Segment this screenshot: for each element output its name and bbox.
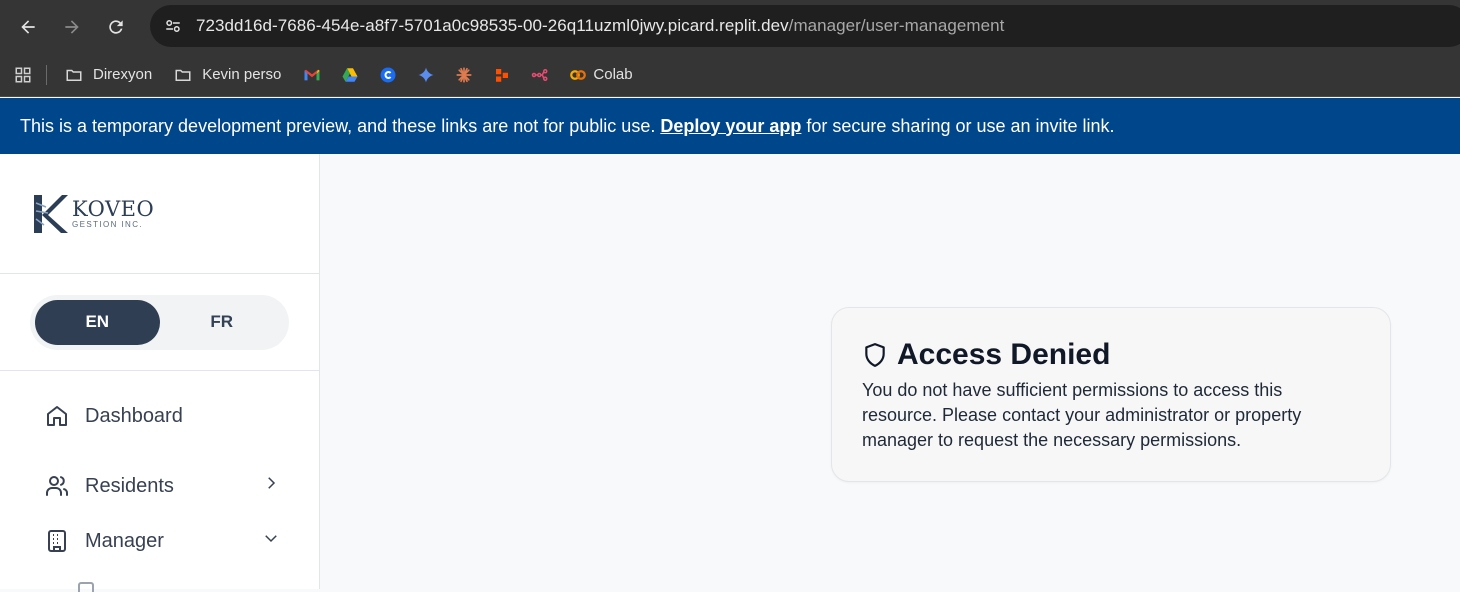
- nav-item-dashboard[interactable]: Dashboard: [40, 394, 280, 438]
- bookmark-drive[interactable]: [333, 59, 367, 91]
- language-toggle: EN FR: [30, 294, 289, 350]
- bookmark-label: Colab: [593, 66, 633, 83]
- card-message: You do not have sufficient permissions t…: [862, 380, 1302, 450]
- home-icon: [40, 404, 74, 428]
- logo-subtitle: GESTION INC.: [72, 220, 144, 229]
- logo[interactable]: KOVEO GESTION INC.: [0, 154, 319, 274]
- colab-icon: [570, 69, 587, 80]
- chevron-down-icon[interactable]: [262, 529, 280, 553]
- bookmark-label: Kevin perso: [202, 66, 282, 83]
- site-info-icon[interactable]: [150, 17, 196, 35]
- apps-button[interactable]: [0, 59, 40, 91]
- submenu-item-icon-partial: [78, 582, 94, 592]
- back-button[interactable]: [6, 0, 50, 53]
- bookmark-gmail[interactable]: [295, 59, 329, 91]
- sidebar: KOVEO GESTION INC. EN FR Dashboard Resid…: [0, 154, 320, 592]
- users-icon: [40, 474, 74, 498]
- browser-toolbar: 723dd16d-7686-454e-a8f7-5701a0c98535-00-…: [0, 0, 1460, 53]
- nav-item-manager[interactable]: Manager: [40, 519, 280, 563]
- dev-preview-banner: This is a temporary development preview,…: [0, 98, 1460, 154]
- nav-item-residents[interactable]: Residents: [40, 464, 280, 508]
- bookmark-claude[interactable]: [447, 59, 481, 91]
- c-app-icon: [380, 67, 396, 82]
- nav-label: Residents: [85, 474, 174, 497]
- nav-label: Manager: [85, 529, 164, 552]
- gmail-icon: [304, 69, 320, 80]
- url-host: 723dd16d-7686-454e-a8f7-5701a0c98535-00-…: [196, 16, 789, 35]
- reload-button[interactable]: [94, 0, 138, 53]
- deploy-app-link[interactable]: Deploy your app: [660, 116, 801, 137]
- reload-icon: [109, 19, 123, 34]
- url-path: /manager/user-management: [788, 16, 1005, 35]
- lang-en-button[interactable]: EN: [35, 299, 160, 345]
- chevron-right-icon[interactable]: [262, 474, 280, 498]
- url-text: 723dd16d-7686-454e-a8f7-5701a0c98535-00-…: [196, 16, 1004, 36]
- bookmarks-bar: Direxyon Kevin perso Colab: [0, 53, 1460, 97]
- forward-button[interactable]: [50, 0, 94, 53]
- logo-title: KOVEO: [72, 197, 155, 221]
- bookmark-zapier[interactable]: [485, 59, 519, 91]
- koveo-logo-icon: [34, 194, 68, 233]
- nav-label: Dashboard: [85, 404, 183, 427]
- card-header: Access Denied: [862, 338, 1360, 372]
- bookmark-c-app[interactable]: [371, 59, 405, 91]
- access-denied-card: Access Denied You do not have sufficient…: [831, 307, 1391, 482]
- banner-text-after: for secure sharing or use an invite link…: [806, 115, 1115, 136]
- apps-grid-icon: [15, 67, 31, 82]
- bookmark-label: Direxyon: [93, 66, 153, 83]
- language-section: EN FR: [0, 274, 319, 371]
- bookmark-kevin-perso[interactable]: Kevin perso: [166, 59, 289, 91]
- folder-icon: [66, 69, 82, 81]
- claude-icon: [456, 66, 472, 83]
- shield-icon: [865, 343, 885, 367]
- bookmarks-divider: [46, 64, 47, 85]
- address-bar[interactable]: 723dd16d-7686-454e-a8f7-5701a0c98535-00-…: [150, 5, 1460, 47]
- building-icon: [40, 529, 74, 553]
- banner-text: This is a temporary development preview,…: [20, 115, 656, 136]
- google-drive-icon: [342, 67, 358, 82]
- arrow-right-icon: [65, 19, 79, 34]
- zapier-icon: [496, 68, 509, 82]
- bookmark-n8n[interactable]: [523, 59, 557, 91]
- n8n-icon: [532, 68, 548, 81]
- arrow-left-icon: [21, 19, 35, 34]
- logo-wordmark: KOVEO GESTION INC.: [72, 198, 154, 229]
- bookmark-direxyon[interactable]: Direxyon: [57, 59, 160, 91]
- card-title: Access Denied: [897, 338, 1111, 371]
- bookmark-colab[interactable]: Colab: [561, 59, 640, 91]
- folder-icon: [175, 69, 191, 81]
- gemini-icon: [418, 67, 434, 82]
- main-content: Access Denied You do not have sufficient…: [321, 154, 1460, 589]
- lang-fr-button[interactable]: FR: [160, 300, 285, 345]
- bookmark-gemini[interactable]: [409, 59, 443, 91]
